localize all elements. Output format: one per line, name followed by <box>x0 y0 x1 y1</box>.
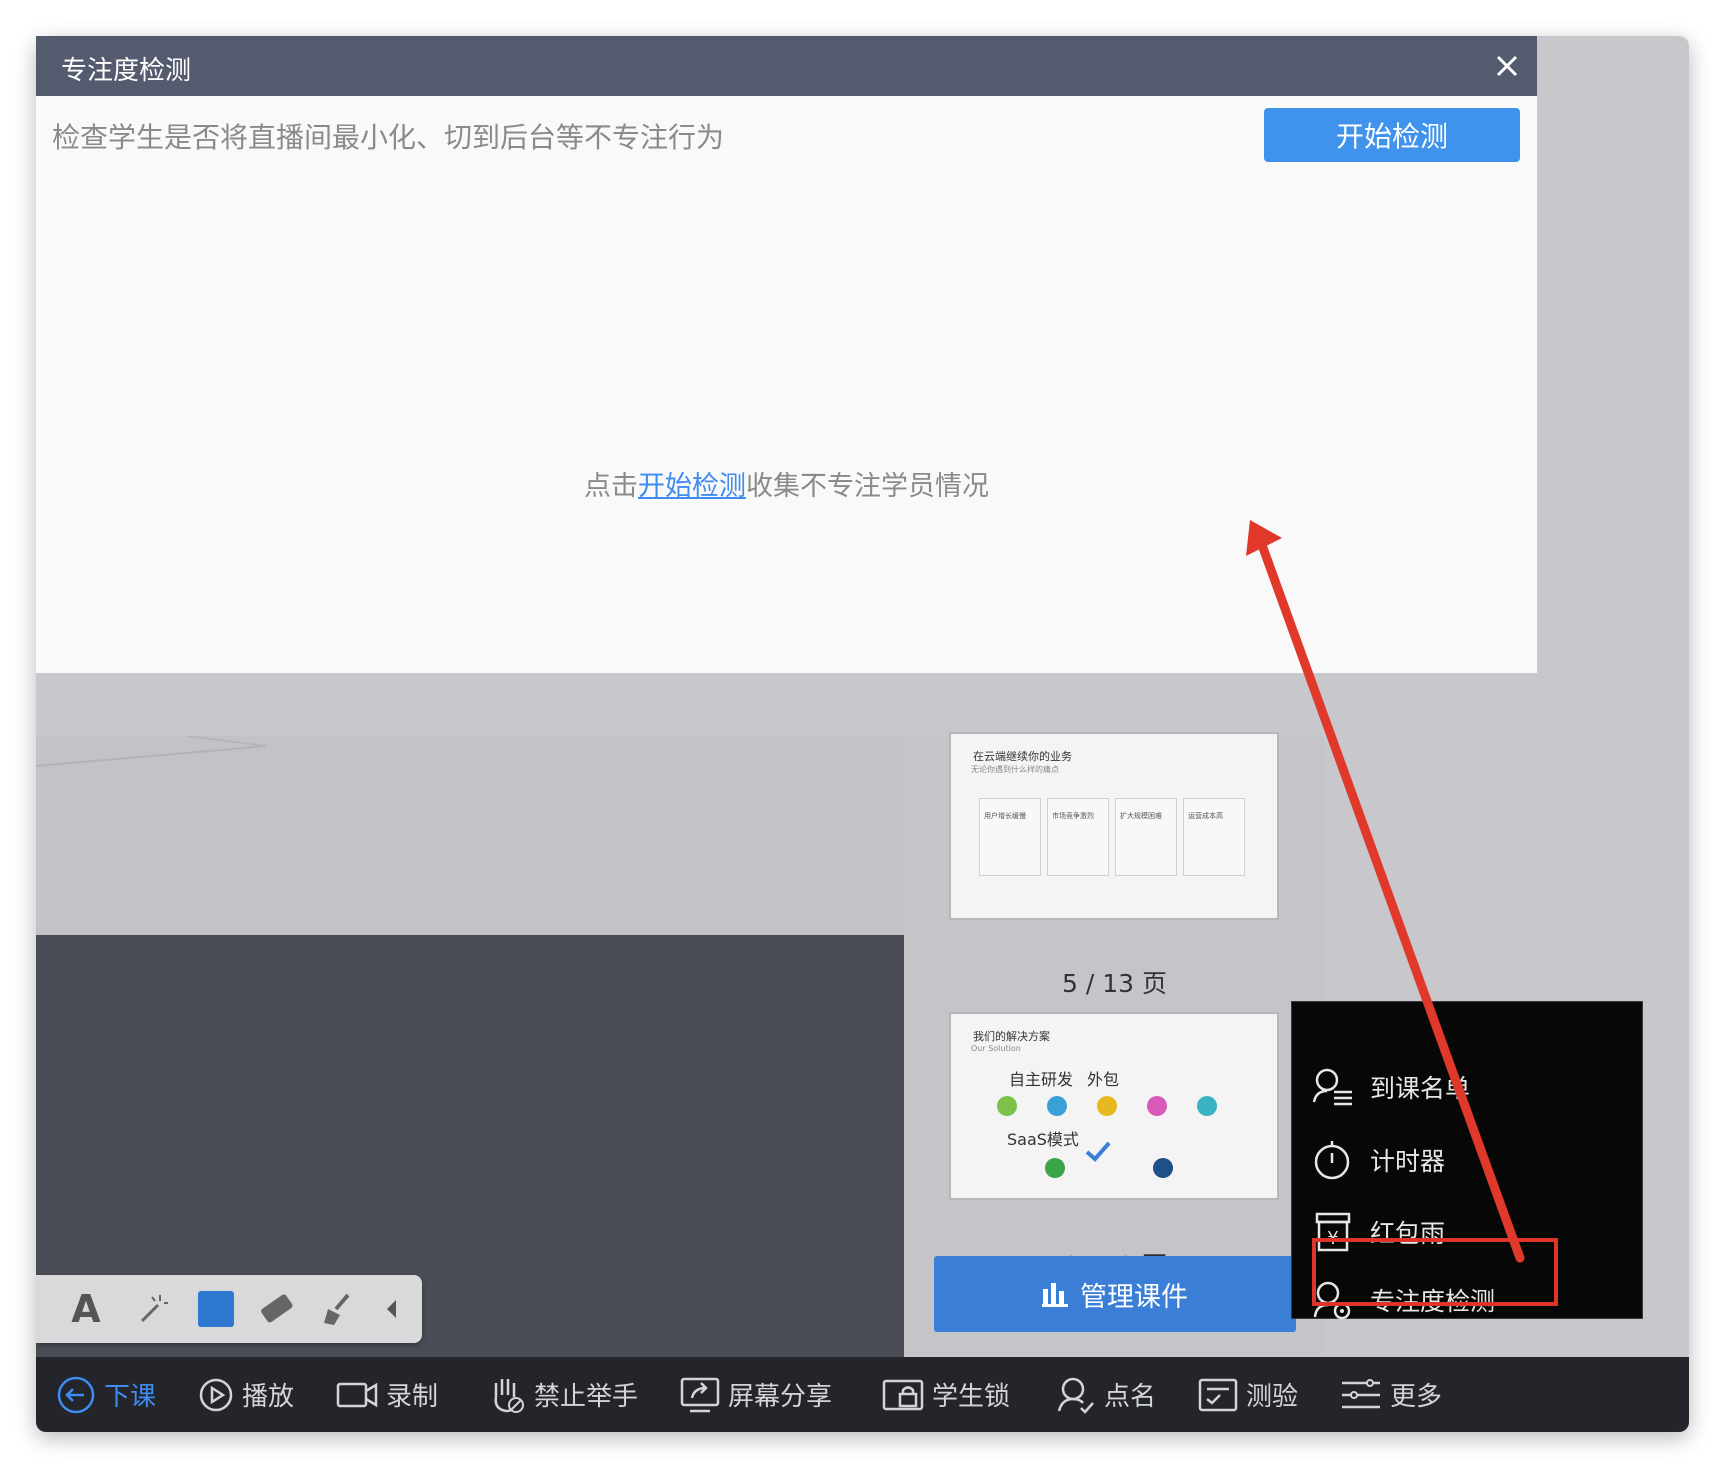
color-picker-icon[interactable] <box>194 1287 238 1331</box>
manage-courseware-label: 管理课件 <box>1080 1281 1188 1313</box>
record-label: 录制 <box>386 1382 439 1412</box>
slide-thumbnail-5[interactable]: 在云端继续你的业务 无论你遇到什么样的痛点 用户增长缓慢 市场竞争激烈 扩大规模… <box>949 732 1279 920</box>
quiz-button[interactable]: 测验 <box>1198 1357 1298 1432</box>
slide5-card: 运营成本高 <box>1183 798 1245 876</box>
timer-icon <box>1314 1141 1350 1180</box>
slide-thumbnail-6[interactable]: 我们的解决方案 Our Solution 自主研发 外包 SaaS模式 <box>949 1012 1279 1200</box>
screen-share-button[interactable]: 屏幕分享 <box>680 1357 832 1432</box>
flow-dot <box>1047 1096 1067 1116</box>
flow-dot <box>997 1096 1017 1116</box>
roll-call-icon <box>1057 1377 1094 1414</box>
slide5-page-label: 5 / 13 页 <box>1062 969 1167 998</box>
courseware-icon <box>1042 1283 1068 1307</box>
end-class-button[interactable]: 下课 <box>56 1357 156 1432</box>
screen-share-label: 屏幕分享 <box>728 1382 833 1412</box>
play-label: 播放 <box>242 1382 295 1412</box>
slide5-card: 用户增长缓慢 <box>979 798 1041 876</box>
clear-brush-icon[interactable] <box>314 1287 358 1331</box>
menu-item-label: 到课名单 <box>1370 1074 1471 1103</box>
message-suffix: 收集不专注学员情况 <box>746 471 989 502</box>
slide5-card: 扩大规模困难 <box>1115 798 1177 876</box>
bottom-toolbar: 下课 播放 录制 禁止举手 屏幕分享 学生锁 点名 测验 更多 <box>36 1357 1689 1432</box>
laser-pointer-icon[interactable] <box>130 1287 174 1331</box>
slide6-label-self: 自主研发 <box>1009 1070 1074 1089</box>
dialog-title: 专注度检测 <box>61 56 192 86</box>
slide6-label-saas: SaaS模式 <box>1007 1130 1079 1149</box>
more-icon <box>1342 1378 1380 1408</box>
focus-detection-dialog: 专注度检测 检查学生是否将直播间最小化、切到后台等不专注行为 开始检测 点击开始… <box>36 36 1537 673</box>
disable-hand-raise-button[interactable]: 禁止举手 <box>488 1357 638 1432</box>
menu-item-timer[interactable]: 计时器 <box>1312 1135 1445 1185</box>
dialog-description: 检查学生是否将直播间最小化、切到后台等不专注行为 <box>52 121 725 154</box>
more-button[interactable]: 更多 <box>1340 1357 1442 1432</box>
hand-icon <box>494 1378 524 1413</box>
dialog-header: 专注度检测 <box>36 36 1537 96</box>
student-lock-icon <box>882 1379 924 1410</box>
slide5-card: 市场竞争激烈 <box>1047 798 1109 876</box>
slide5-subheading: 无论你遇到什么样的痛点 <box>971 765 1059 774</box>
play-button[interactable]: 播放 <box>198 1357 294 1432</box>
eraser-icon[interactable] <box>254 1287 298 1331</box>
play-icon <box>199 1378 233 1411</box>
exit-class-icon <box>57 1376 95 1413</box>
student-lock-label: 学生锁 <box>932 1382 1011 1412</box>
collapse-toolbar-icon[interactable] <box>372 1287 412 1331</box>
slide6-subheading: Our Solution <box>971 1044 1021 1053</box>
whiteboard-area[interactable] <box>36 735 904 935</box>
check-icon <box>1085 1141 1111 1162</box>
focus-detection-highlight <box>1312 1238 1558 1306</box>
slide6-heading: 我们的解决方案 <box>973 1030 1050 1043</box>
flow-dot <box>1197 1096 1217 1116</box>
slide6-label-outsource: 外包 <box>1087 1070 1120 1089</box>
drawing-toolbar: A <box>36 1275 422 1343</box>
flow-dot <box>1097 1096 1117 1116</box>
menu-item-label: 计时器 <box>1370 1147 1446 1176</box>
flow-dot <box>1147 1096 1167 1116</box>
attendance-list-icon <box>1312 1068 1352 1106</box>
start-detection-link[interactable]: 开始检测 <box>638 471 746 502</box>
quiz-icon <box>1198 1378 1238 1411</box>
more-label: 更多 <box>1390 1382 1443 1412</box>
empty-state-message: 点击开始检测收集不专注学员情况 <box>36 464 1537 503</box>
flow-dot <box>1153 1158 1173 1178</box>
screen-share-icon <box>680 1377 720 1412</box>
quiz-label: 测验 <box>1246 1382 1299 1412</box>
roll-call-button[interactable]: 点名 <box>1056 1357 1156 1432</box>
flow-dot <box>1045 1158 1065 1178</box>
manage-courseware-button[interactable]: 管理课件 <box>934 1256 1296 1332</box>
roll-call-label: 点名 <box>1104 1382 1157 1412</box>
start-detection-button[interactable]: 开始检测 <box>1264 108 1520 162</box>
disable-hand-raise-label: 禁止举手 <box>534 1382 639 1412</box>
record-button[interactable]: 录制 <box>336 1357 438 1432</box>
text-tool-icon[interactable]: A <box>64 1287 108 1331</box>
slide5-heading: 在云端继续你的业务 <box>973 750 1072 763</box>
menu-item-attendance-list[interactable]: 到课名单 <box>1312 1062 1470 1112</box>
close-icon[interactable] <box>1487 46 1527 86</box>
record-icon <box>336 1382 378 1407</box>
message-prefix: 点击 <box>584 471 638 502</box>
student-lock-button[interactable]: 学生锁 <box>882 1357 1010 1432</box>
end-class-label: 下课 <box>104 1382 157 1412</box>
whiteboard-lines <box>36 735 267 767</box>
